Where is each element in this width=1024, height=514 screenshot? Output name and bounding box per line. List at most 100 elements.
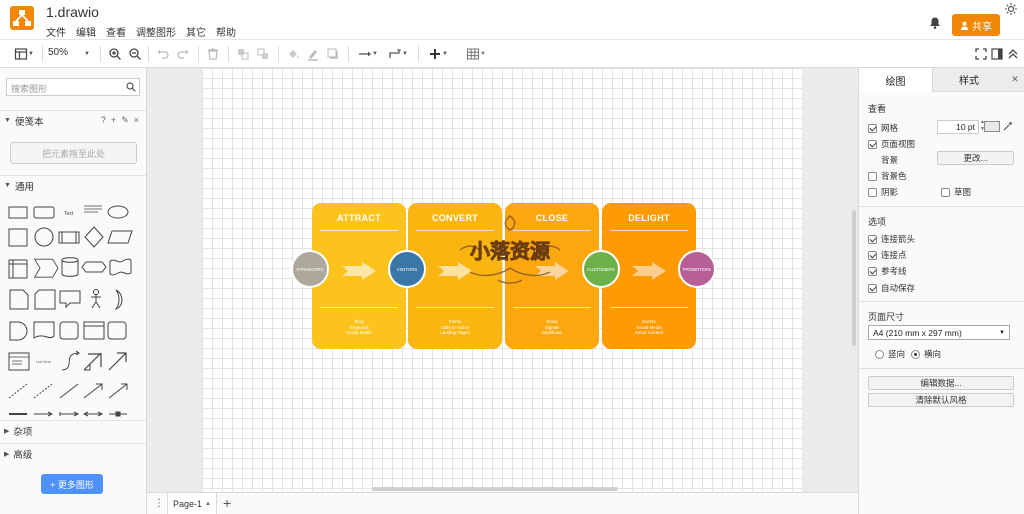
menu-edit[interactable]: 编辑	[76, 24, 96, 39]
table-icon[interactable]: ▼	[464, 46, 488, 62]
notification-bell-icon[interactable]	[928, 16, 942, 30]
bg-color-checkbox[interactable]	[868, 171, 877, 181]
scratchpad-dropzone[interactable]: 把元素拖至此处	[10, 142, 137, 164]
bg-color-label: 背景色	[881, 171, 907, 181]
option-label: 连接点	[881, 250, 907, 260]
collapsed-caret-icon: ▶	[4, 450, 10, 458]
shadow-icon[interactable]	[326, 46, 340, 62]
general-shapes-palette[interactable]: Text List Item	[4, 198, 144, 423]
undo-icon[interactable]	[156, 46, 170, 62]
connection-arrows-checkbox[interactable]	[868, 234, 877, 244]
zoom-out-icon[interactable]	[128, 46, 142, 62]
scratchpad-edit-icon[interactable]: ✎	[121, 115, 129, 126]
to-back-icon[interactable]	[256, 46, 270, 62]
clear-default-style-button[interactable]: 清除默认风格	[868, 393, 1014, 407]
drawio-logo-icon[interactable]	[10, 6, 34, 30]
vertical-scrollbar[interactable]	[852, 210, 856, 346]
zoom-dropdown-icon[interactable]: ▼	[82, 46, 92, 62]
landscape-label: 横向	[924, 349, 942, 359]
menu-view[interactable]: 查看	[106, 24, 126, 39]
menu-arrange[interactable]: 调整图形	[136, 24, 176, 39]
stage-customers[interactable]: CUSTOMERS	[582, 250, 620, 288]
menu-help[interactable]: 帮助	[216, 24, 236, 39]
option-label: 自动保存	[881, 283, 916, 293]
shadow-checkbox[interactable]	[868, 187, 877, 197]
landscape-option[interactable]: 横向	[911, 348, 941, 360]
expand-caret-icon: ▼	[4, 117, 11, 124]
more-shapes-button[interactable]: + 更多图形	[41, 474, 103, 494]
shapes-sidebar: 搜索图形 ▼ 便笺本 ? + ✎ × 把元素拖至此处 ▼ 通用 Text Lis…	[0, 68, 147, 514]
grid-label: 网格	[881, 123, 899, 133]
menu-extras[interactable]: 其它	[186, 24, 206, 39]
horizontal-scrollbar[interactable]	[372, 487, 618, 491]
redo-icon[interactable]	[176, 46, 190, 62]
guides-checkbox[interactable]	[868, 266, 877, 276]
add-page-icon[interactable]: +	[223, 495, 231, 511]
page-tab-1[interactable]: Page-1 ▲	[167, 493, 217, 514]
autosave-option[interactable]: 自动保存	[868, 282, 915, 294]
shadow-option[interactable]: 阴影	[868, 186, 898, 198]
general-section-header[interactable]: ▼ 通用	[0, 175, 146, 195]
tab-style[interactable]: 样式	[932, 68, 1005, 92]
collapse-icon[interactable]	[1006, 46, 1020, 62]
search-input[interactable]: 搜索图形	[6, 78, 140, 96]
misc-section-header[interactable]: ▶ 杂项	[0, 420, 146, 440]
line-color-icon[interactable]	[306, 46, 320, 62]
stage-visitors[interactable]: VISITORS	[388, 250, 426, 288]
waypoints-icon[interactable]: ▼	[386, 46, 410, 62]
zoom-in-icon[interactable]	[108, 46, 122, 62]
guides-option[interactable]: 参考线	[868, 265, 907, 277]
scratchpad-add-icon[interactable]: +	[111, 115, 116, 126]
grid-size-input[interactable]: 10 pt	[937, 120, 979, 134]
stage-promoters[interactable]: PROMOTERS	[678, 250, 716, 288]
connection-points-checkbox[interactable]	[868, 250, 877, 260]
expand-caret-icon: ▼	[4, 182, 11, 189]
page-size-value: A4 (210 mm x 297 mm)	[873, 327, 962, 338]
page-size-title: 页面尺寸	[868, 312, 905, 322]
edit-data-button[interactable]: 编辑数据...	[868, 376, 1014, 390]
close-panel-icon[interactable]: ✕	[1005, 68, 1024, 92]
panel-toggle-icon[interactable]	[990, 46, 1004, 62]
portrait-option[interactable]: 竖向	[875, 348, 905, 360]
page-size-select[interactable]: A4 (210 mm x 297 mm) ▼	[868, 325, 1010, 340]
page-tab-label: Page-1	[173, 498, 203, 509]
arrow-right-icon	[632, 262, 666, 280]
stage-strangers[interactable]: STRANGERS	[291, 250, 329, 288]
share-button[interactable]: 共享	[952, 14, 1000, 36]
format-panel-toggle-icon[interactable]: ▼	[12, 46, 36, 62]
grid-checkbox[interactable]	[868, 123, 877, 133]
autosave-checkbox[interactable]	[868, 283, 877, 293]
advanced-section-header[interactable]: ▶ 高级	[0, 443, 146, 463]
scratchpad-close-icon[interactable]: ×	[134, 115, 139, 126]
scratchpad-help-icon[interactable]: ?	[101, 115, 106, 126]
search-icon[interactable]	[126, 82, 136, 92]
page-view-option[interactable]: 页面视图	[868, 138, 915, 150]
change-background-button[interactable]: 更改...	[937, 151, 1014, 165]
eyedropper-icon[interactable]	[1003, 121, 1013, 131]
page-view-checkbox[interactable]	[868, 139, 877, 149]
menu-file[interactable]: 文件	[46, 24, 66, 39]
portrait-radio[interactable]	[875, 349, 884, 359]
sketch-option[interactable]: 草图	[941, 186, 971, 198]
connection-points-option[interactable]: 连接点	[868, 249, 907, 261]
document-title[interactable]: 1.drawio	[46, 4, 99, 20]
chevron-up-icon[interactable]: ▲	[205, 501, 211, 507]
bg-color-option[interactable]: 背景色	[868, 170, 907, 182]
sketch-checkbox[interactable]	[941, 187, 950, 197]
tab-diagram[interactable]: 绘图	[859, 68, 932, 92]
fill-color-icon[interactable]	[286, 46, 300, 62]
collapsed-caret-icon: ▶	[4, 427, 10, 435]
fullscreen-icon[interactable]	[974, 46, 988, 62]
pages-menu-icon[interactable]: ⋮	[154, 498, 164, 509]
insert-plus-icon[interactable]: ▼	[426, 46, 450, 62]
zoom-level[interactable]: 50%	[48, 47, 68, 58]
connection-style-icon[interactable]: ▼	[356, 46, 380, 62]
to-front-icon[interactable]	[236, 46, 250, 62]
scratchpad-header[interactable]: ▼ 便笺本 ? + ✎ ×	[0, 110, 146, 130]
theme-sun-icon[interactable]	[1004, 2, 1018, 16]
landscape-radio[interactable]	[911, 349, 920, 359]
grid-color-swatch[interactable]	[984, 121, 1000, 132]
connection-arrows-option[interactable]: 连接箭头	[868, 233, 915, 245]
grid-option[interactable]: 网格	[868, 122, 898, 134]
delete-icon[interactable]	[206, 46, 220, 62]
